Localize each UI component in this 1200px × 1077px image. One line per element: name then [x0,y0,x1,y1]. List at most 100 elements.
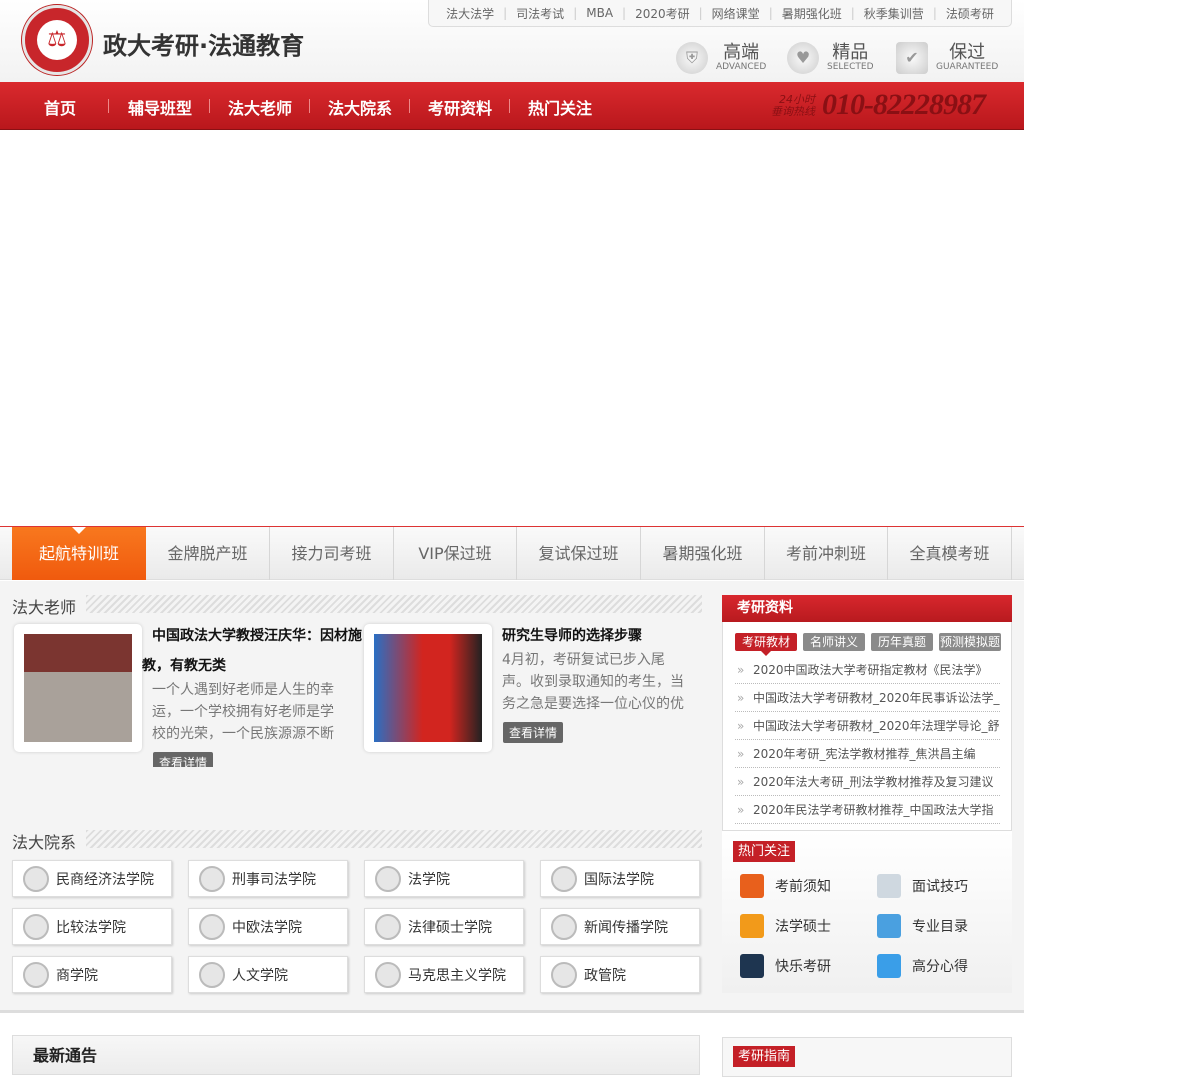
badge-guaranteed: ✔ 保过 GUARANTEED [896,40,998,76]
department-name: 国际法学院 [584,871,654,888]
top-link[interactable]: 2020考研 [635,5,690,22]
nav-home[interactable]: 首页 [44,95,76,119]
course-tab[interactable]: 接力司考班 [270,527,394,580]
check-icon: ✔ [896,42,928,74]
material-item[interactable]: » 2020中国政法大学考研指定教材《民法学》 [735,656,1000,684]
hot-item[interactable]: 面试技巧 [877,874,968,898]
department-name: 政管院 [584,967,626,984]
site-title[interactable]: 政大考研·法通教育 [103,26,304,61]
material-title: 2020中国政法大学考研指定教材《民法学》 [753,663,988,677]
site-logo[interactable]: ⚖ [22,5,92,75]
material-item[interactable]: » 中国政法大学考研教材_2020年民事诉讼法学_ [735,684,1000,712]
badge-sub: ADVANCED [716,61,767,72]
top-link[interactable]: 司法考试 [516,5,564,22]
course-tab[interactable]: 全真模考班 [888,527,1012,580]
department-link[interactable]: 刑事司法学院 [188,860,348,897]
course-tabs: 起航特训班 金牌脱产班 接力司考班 VIP保过班 复试保过班 暑期强化班 考前冲刺班 全真模考… [0,526,1024,580]
chevron-right-icon: » [737,775,745,789]
rss-icon [740,874,764,898]
course-tab[interactable]: 金牌脱产班 [146,527,270,580]
course-tab[interactable]: 起航特训班 [12,527,146,580]
course-tab[interactable]: 暑期强化班 [641,527,765,580]
tab-lectures[interactable]: 名师讲义 [803,633,865,651]
course-tab[interactable]: VIP保过班 [394,527,517,580]
department-name: 民商经济法学院 [56,871,154,888]
department-seal-icon [199,865,225,892]
chevron-right-icon: » [737,663,745,677]
material-title: 中国政法大学考研教材_2020年民事诉讼法学_ [753,691,1000,705]
top-link[interactable]: 秋季集训营 [864,5,924,22]
department-link[interactable]: 法律硕士学院 [364,908,524,945]
department-link[interactable]: 政管院 [540,956,700,993]
heading-divider [86,830,702,848]
card-title-cont[interactable]: 教，有教无类 [142,655,226,675]
badge-selected: ♥ 精品 SELECTED [787,40,874,76]
department-seal-icon [199,961,225,988]
link-separator: | [503,6,508,20]
material-item[interactable]: » 2020年民法学考研教材推荐_中国政法大学指 [735,796,1000,824]
hot-item[interactable]: 高分心得 [877,954,968,978]
department-link[interactable]: 比较法学院 [12,908,172,945]
teacher-photo[interactable] [14,624,142,752]
department-name: 比较法学院 [56,919,126,936]
badge-sub: SELECTED [827,61,874,72]
nav-departments[interactable]: 法大院系 [328,95,392,119]
course-tab[interactable]: 考前冲刺班 [765,527,888,580]
department-seal-icon [23,913,49,940]
material-item[interactable]: » 中国政法大学考研教材_2020年法理学导论_舒 [735,712,1000,740]
link-separator: | [622,6,627,20]
view-details-button[interactable]: 查看详情 [153,752,214,767]
department-link[interactable]: 商学院 [12,956,172,993]
badge-sub: GUARANTEED [936,61,999,72]
department-name: 马克思主义学院 [408,967,506,984]
hot-item[interactable]: 专业目录 [877,914,968,938]
card-title[interactable]: 中国政法大学教授汪庆华：因材施 [152,625,362,645]
department-link[interactable]: 国际法学院 [540,860,700,897]
material-title: 2020年法大考研_刑法学教材推荐及复习建议 [753,775,994,789]
nav-teachers[interactable]: 法大老师 [228,95,292,119]
department-link[interactable]: 马克思主义学院 [364,956,524,993]
top-link[interactable]: MBA [586,6,613,20]
department-link[interactable]: 民商经济法学院 [12,860,172,897]
hot-heading: 热门关注 [733,841,796,862]
teacher-photo[interactable] [364,624,492,752]
shield-icon: ⛨ [676,42,708,74]
department-name: 法律硕士学院 [408,919,492,936]
arrow-up-icon [877,954,901,978]
nav-materials[interactable]: 考研资料 [428,95,492,119]
top-link[interactable]: 法硕考研 [946,5,994,22]
department-link[interactable]: 新闻传播学院 [540,908,700,945]
top-link[interactable]: 法大法学 [446,5,494,22]
badge-title: 精品 [832,41,869,63]
department-seal-icon [375,913,401,940]
tab-mock-exams[interactable]: 预测模拟题 [939,633,1001,651]
hot-label: 法学硕士 [775,919,831,935]
hotline-label-2: 垂询热线 [771,105,815,118]
department-name: 商学院 [56,967,98,984]
department-name: 法学院 [408,871,450,888]
department-link[interactable]: 法学院 [364,860,524,897]
chevron-right-icon: » [737,803,745,817]
top-link[interactable]: 暑期强化班 [782,5,842,22]
department-link[interactable]: 中欧法学院 [188,908,348,945]
department-link[interactable]: 人文学院 [188,956,348,993]
top-link[interactable]: 网络课堂 [712,5,760,22]
department-seal-icon [23,865,49,892]
view-details-button[interactable]: 查看详情 [503,722,564,743]
material-item[interactable]: » 2020年法大考研_刑法学教材推荐及复习建议 [735,768,1000,796]
tab-textbooks[interactable]: 考研教材 [735,633,797,656]
course-tab[interactable]: 复试保过班 [517,527,641,580]
material-title: 2020年民法学考研教材推荐_中国政法大学指 [753,803,994,817]
material-item[interactable]: » 2020年考研_宪法学教材推荐_焦洪昌主编 [735,740,1000,768]
card-title[interactable]: 研究生导师的选择步骤 [502,625,642,645]
document-icon [877,874,901,898]
heart-icon: ♥ [787,42,819,74]
hot-item[interactable]: 考前须知 [740,874,831,898]
hot-item[interactable]: 法学硕士 [740,914,831,938]
hot-item[interactable]: 快乐考研 [740,954,831,978]
tab-past-exams[interactable]: 历年真题 [871,633,933,651]
nav-courses[interactable]: 辅导班型 [128,95,192,119]
badge-title: 高端 [723,41,760,63]
nav-hot[interactable]: 热门关注 [528,95,592,119]
department-seal-icon [23,961,49,988]
